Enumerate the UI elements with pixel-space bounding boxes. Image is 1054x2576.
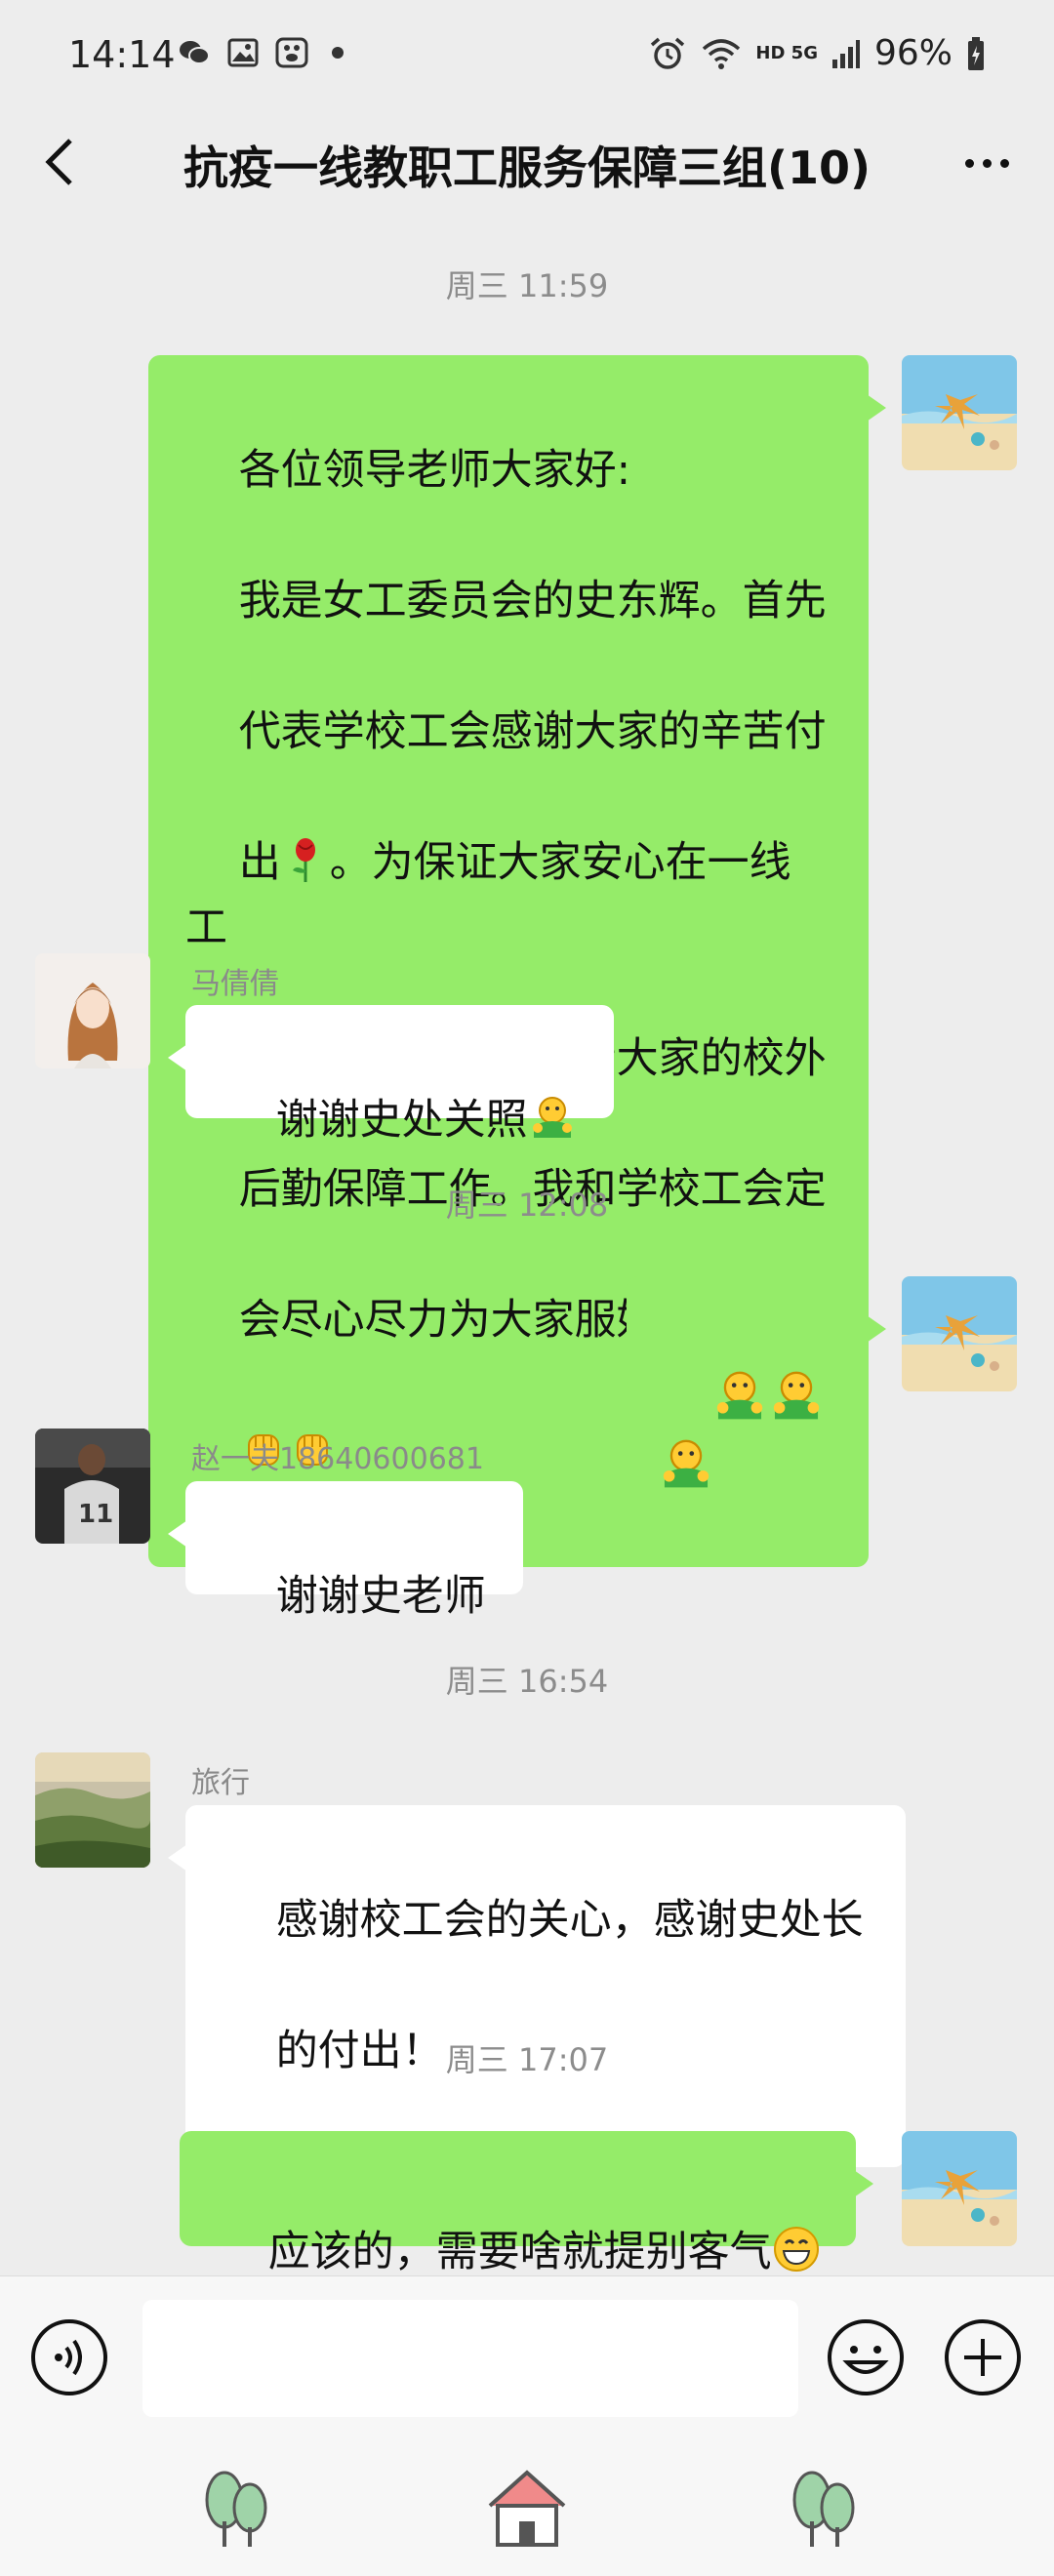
timestamp: 周三 17:07 <box>445 2041 609 2078</box>
signal-icon <box>831 39 860 68</box>
more-icon-dot <box>964 158 974 168</box>
sender-name: 赵一夫18640600681 <box>191 1442 484 1476</box>
status-dot <box>332 47 344 59</box>
message-line: 我是女工委员会的史东辉。首先 <box>238 577 827 625</box>
avatar-member[interactable]: 11 <box>35 1429 150 1544</box>
avatar-self[interactable] <box>902 1276 1017 1391</box>
paw-notification-icon <box>275 37 308 68</box>
avatar-self[interactable] <box>902 355 1017 470</box>
emoji-button[interactable] <box>826 2317 906 2397</box>
alarm-icon <box>651 37 685 69</box>
message-bubble-received[interactable]: 谢谢史老师 <box>168 1481 523 1621</box>
battery-percent: 96% <box>873 33 953 73</box>
system-nav-bar <box>0 2441 1054 2576</box>
battery-icon <box>968 36 984 70</box>
message-text: 谢谢史处关照 <box>275 1096 528 1145</box>
rose-icon <box>292 838 315 882</box>
hug-emoji-icon <box>716 1371 762 1420</box>
gallery-notification-icon <box>227 38 259 67</box>
svg-text:11: 11 <box>78 1500 113 1529</box>
timestamp: 周三 12:08 <box>445 1187 609 1224</box>
chat-title-bar: 抗疫一线教职工服务保障三组(10) <box>0 109 1054 217</box>
avatar-member[interactable] <box>35 953 150 1068</box>
message-line: 代表学校工会感谢大家的辛苦付 <box>238 707 827 756</box>
message-bubble-sent[interactable]: 应该的，需要啥就提别客气 <box>180 2131 873 2276</box>
timestamp: 周三 16:54 <box>445 1663 609 1700</box>
avatar-member[interactable] <box>35 1752 150 1868</box>
message-bubble-received[interactable]: 谢谢史处关照 <box>168 1005 614 1145</box>
grin-emoji-icon <box>773 2227 819 2272</box>
status-right: HD 5G 96% <box>648 33 986 73</box>
nav-home-icon[interactable] <box>478 2463 576 2551</box>
message-line: 各位领导老师大家好: <box>238 446 631 495</box>
hug-emoji-icon <box>532 1097 572 1138</box>
chat-title: 抗疫一线教职工服务保障三组(10) <box>182 141 872 194</box>
status-bar: 14:14 HD 5G 96% <box>0 0 1054 109</box>
message-line: 感谢校工会的关心，感谢史处长 <box>275 1896 864 1945</box>
timestamp: 周三 11:59 <box>445 267 609 304</box>
more-button[interactable] <box>953 139 1021 187</box>
message-text: 谢谢史老师 <box>275 1572 486 1621</box>
sender-name: 马倩倩 <box>191 967 279 1001</box>
network-type: HD 5G <box>755 42 818 63</box>
voice-button[interactable] <box>29 2317 109 2397</box>
message-line: 出 <box>238 838 281 887</box>
message-list[interactable]: 周三 11:59 各位领导老师大家好: 我是女工委员会的史东辉。首先 代表学校工… <box>0 217 1054 2276</box>
status-time: 14:14 <box>68 33 176 76</box>
wifi-icon <box>703 38 741 69</box>
wechat-notification-icon <box>180 41 210 64</box>
message-text: 应该的，需要啥就提别客气 <box>267 2228 772 2276</box>
input-bar <box>0 2275 1054 2441</box>
nav-tree-icon[interactable] <box>189 2463 287 2551</box>
hug-emoji-icon <box>663 1439 709 1488</box>
message-bubble-received[interactable]: 感谢校工会的关心，感谢史处长 的付出！ <box>168 1805 906 2167</box>
avatar-self[interactable] <box>902 2131 1017 2246</box>
message-input[interactable] <box>142 2300 798 2417</box>
notification-icons <box>178 37 344 68</box>
more-icon-dot <box>999 158 1009 168</box>
nav-tree-icon[interactable] <box>777 2463 874 2551</box>
message-bubble-sent[interactable] <box>627 1276 886 1488</box>
more-functions-button[interactable] <box>943 2317 1023 2397</box>
more-icon-dot <box>982 158 992 168</box>
sender-name: 旅行 <box>191 1766 250 1800</box>
hug-emoji-icon <box>773 1371 819 1420</box>
